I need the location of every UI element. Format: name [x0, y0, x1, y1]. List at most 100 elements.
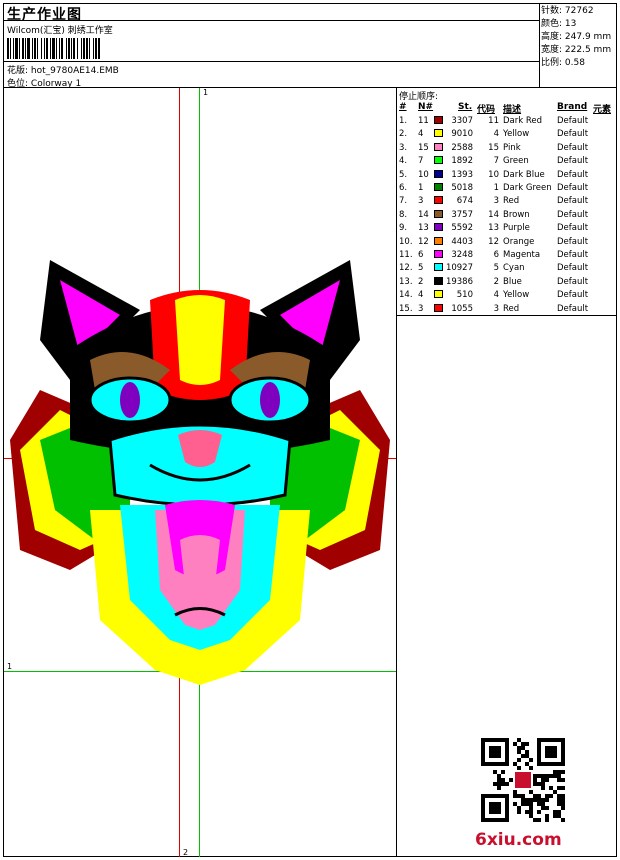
row-needle: 4 [418, 129, 424, 140]
table-row: 8. 14 3757 14 Brown Default [399, 209, 614, 223]
qr-module [545, 814, 549, 818]
row-needle: 12 [418, 236, 429, 247]
row-stitches: 3307 [451, 116, 473, 126]
qr-module [493, 782, 497, 786]
qr-module [545, 794, 549, 798]
row-needle: 3 [418, 303, 424, 314]
row-code: 4 [493, 129, 499, 140]
qr-module [557, 778, 561, 782]
stats-divider [539, 3, 540, 88]
qr-module [521, 798, 525, 802]
row-code: 4 [493, 290, 499, 301]
row-code: 10 [488, 169, 499, 180]
row-needle: 6 [418, 250, 424, 260]
qr-module [549, 794, 553, 798]
qr-module [533, 818, 537, 822]
color-swatch [434, 156, 443, 165]
row-stitches: 510 [456, 290, 473, 301]
row-needle: 3 [418, 196, 424, 207]
row-code: 13 [488, 223, 499, 234]
color-swatch [434, 116, 443, 124]
qr-module [529, 790, 533, 794]
row-index: 12. [399, 263, 413, 274]
qr-module [513, 742, 517, 746]
row-stitches: 1055 [451, 303, 473, 314]
row-desc: Brown [503, 209, 530, 220]
row-needle: 4 [418, 290, 424, 301]
row-code: 7 [493, 156, 499, 167]
row-index: 5. [399, 169, 408, 180]
qr-module [553, 810, 557, 814]
qr-module [497, 774, 501, 778]
row-code: 1 [493, 183, 499, 193]
row-index: 15. [399, 303, 413, 314]
row-stitches: 1892 [451, 156, 473, 167]
qr-module [529, 798, 533, 802]
row-index: 10. [399, 236, 413, 247]
barcode-bar [100, 38, 101, 59]
color-swatch [434, 236, 443, 245]
qr-module [541, 798, 545, 802]
row-stitches: 4403 [451, 236, 473, 247]
stop-sequence-title: 停止顺序: [399, 92, 439, 102]
qr-module [541, 802, 545, 806]
row-index: 9. [399, 223, 408, 234]
row-code: 5 [493, 263, 499, 274]
row-brand: Default [557, 183, 589, 193]
qr-module [521, 802, 525, 806]
qr-module [545, 818, 549, 822]
row-code: 2 [493, 276, 499, 287]
qr-module [545, 778, 549, 782]
qr-module [529, 814, 533, 818]
qr-module [525, 742, 529, 746]
qr-module [557, 786, 561, 790]
page-title: 生产作业图 [7, 7, 82, 23]
row-brand: Default [557, 209, 589, 220]
row-needle: 15 [418, 142, 429, 153]
qr-module [513, 802, 517, 806]
row-brand: Default [557, 116, 589, 126]
company-name: Wilcom(汇宝) 刺绣工作室 [7, 26, 113, 36]
qr-module [561, 798, 565, 802]
color-swatch [434, 276, 443, 285]
stat-value: 222.5 mm [564, 45, 612, 55]
qr-module [561, 770, 565, 774]
qr-module [557, 810, 561, 814]
table-row: 9. 13 5592 13 Purple Default [399, 223, 614, 236]
qr-module [529, 802, 533, 806]
row-index: 13. [399, 276, 413, 287]
row-stitches: 3757 [451, 209, 473, 220]
qr-module [525, 750, 529, 754]
qr-module [517, 806, 521, 810]
stat-label: 颜色: [541, 19, 563, 29]
row-desc: Magenta [503, 250, 541, 260]
qr-module [557, 802, 561, 806]
stat-value: 247.9 mm [564, 32, 612, 42]
row-code: 11 [488, 116, 499, 126]
color-swatch [434, 142, 443, 151]
stat-row: 宽度: 222.5 mm [541, 44, 611, 57]
row-desc: Cyan [503, 263, 525, 274]
qr-module [497, 778, 501, 782]
qr-module [517, 746, 521, 750]
stats-panel: 针数: 72762 颜色: 13 高度: 247.9 mm 宽度: 222.5 mm 比… [541, 5, 611, 70]
qr-module [509, 778, 513, 782]
row-index: 7. [399, 196, 408, 207]
row-code: 6 [493, 250, 499, 260]
qr-module [525, 802, 529, 806]
qr-module [545, 806, 549, 810]
qr-module [533, 774, 537, 778]
col-header-element: 元素 [593, 105, 612, 115]
qr-module [493, 770, 497, 774]
row-desc: Pink [503, 142, 521, 153]
row-index: 3. [399, 142, 408, 153]
qr-module [553, 770, 557, 774]
qr-module [513, 762, 517, 766]
row-index: 4. [399, 156, 408, 167]
table-row: 4. 7 1892 7 Green Default [399, 156, 614, 169]
qr-module [521, 794, 525, 798]
stat-row: 高度: 247.9 mm [541, 31, 611, 44]
qr-module [533, 782, 537, 786]
design-value: hot_9780AE14.EMB [30, 66, 119, 76]
row-desc: Dark Blue [503, 169, 545, 180]
